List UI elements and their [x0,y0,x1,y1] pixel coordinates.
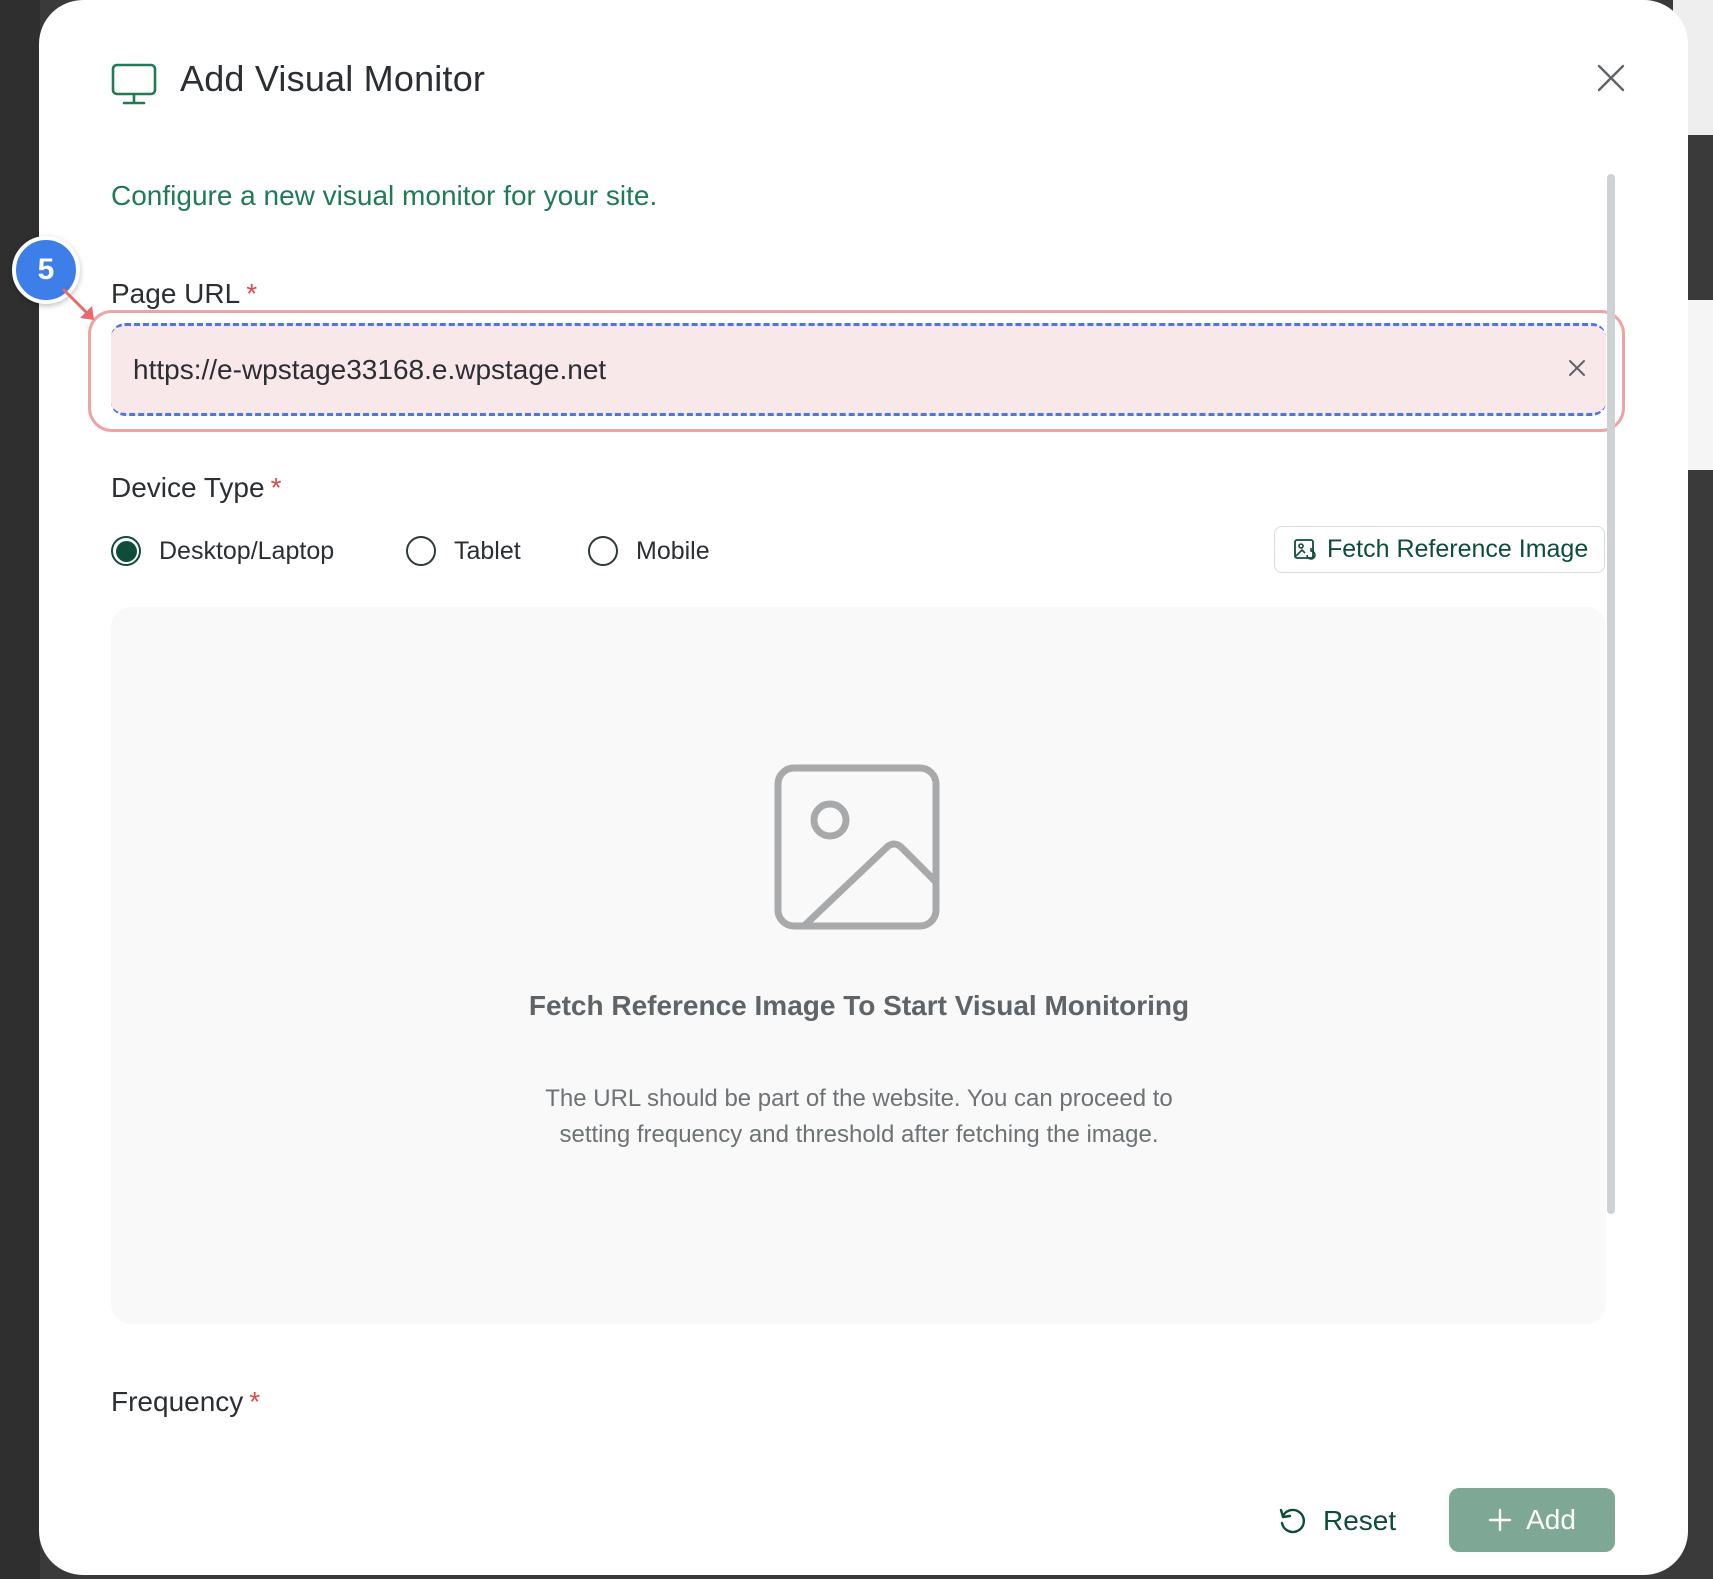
required-mark: * [249,1386,261,1417]
close-icon[interactable] [1595,62,1627,94]
placeholder-title: Fetch Reference Image To Start Visual Mo… [528,990,1190,1021]
radio-desktop-laptop[interactable]: Desktop/Laptop [111,533,334,569]
device-type-label-text: Device Type [111,472,265,503]
scrollbar[interactable] [1607,174,1615,1214]
placeholder-description: The URL should be part of the website. Y… [545,1085,1173,1148]
device-type-label: Device Type * [111,472,281,504]
page-url-label-text: Page URL [111,278,241,309]
fetch-reference-image-button[interactable]: Fetch Reference Image [1274,526,1605,573]
image-refresh-icon [1294,538,1316,560]
frequency-label-text: Frequency [111,1386,244,1417]
reset-label: Reset [1323,1505,1397,1536]
dialog-title: Add Visual Monitor [180,58,486,99]
annotation-arrow-icon [62,288,94,320]
image-placeholder-icon [774,764,940,930]
monitor-icon [111,63,157,105]
add-label: Add [1526,1504,1576,1535]
frequency-label: Frequency * [111,1386,260,1418]
radio-button[interactable] [406,536,436,566]
reset-button[interactable]: Reset [1277,1494,1447,1548]
radio-tablet[interactable]: Tablet [406,533,521,569]
clear-input-icon[interactable] [1567,358,1587,378]
plus-icon [1488,1508,1512,1532]
reset-icon [1279,1508,1306,1534]
page-url-label: Page URL * [111,278,257,310]
reference-image-placeholder: Fetch Reference Image To Start Visual Mo… [111,607,1606,1324]
radio-label: Desktop/Laptop [159,536,335,565]
required-mark: * [246,278,258,309]
radio-button-checked[interactable] [111,536,141,566]
fetch-reference-image-label: Fetch Reference Image [1327,535,1589,563]
radio-label: Tablet [454,536,521,565]
radio-mobile[interactable]: Mobile [588,533,710,569]
radio-label: Mobile [636,536,710,565]
required-mark: * [270,472,282,503]
radio-button[interactable] [588,536,618,566]
dialog-subtitle: Configure a new visual monitor for your … [111,180,658,211]
page-url-input[interactable] [133,326,1513,413]
add-visual-monitor-dialog: Add Visual Monitor Configure a new visua… [39,0,1688,1575]
dialog-header: Add Visual Monitor [39,0,1688,170]
page-url-field[interactable] [111,323,1606,416]
add-button[interactable]: Add [1449,1488,1615,1552]
